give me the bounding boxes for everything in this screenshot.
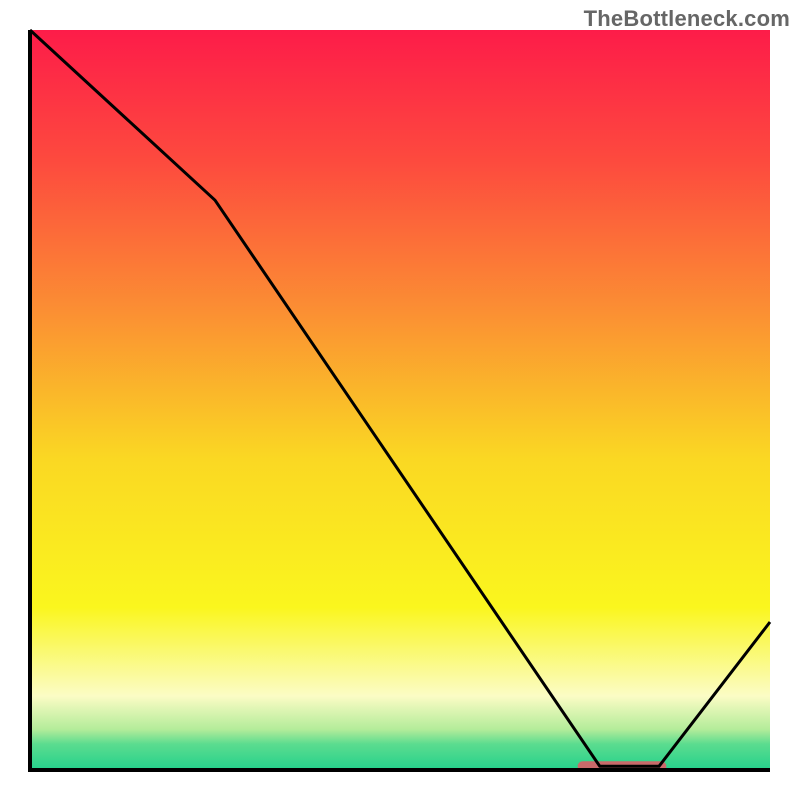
chart-container: TheBottleneck.com	[0, 0, 800, 800]
bottleneck-chart	[0, 0, 800, 800]
gradient-background	[30, 30, 770, 770]
